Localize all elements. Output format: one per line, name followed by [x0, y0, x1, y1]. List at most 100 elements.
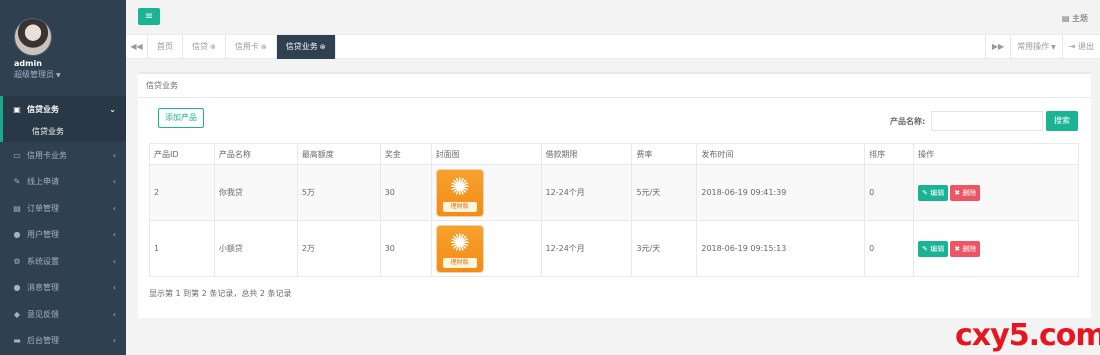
sidebar-item-label: 用户管理: [27, 230, 59, 240]
edit-button[interactable]: ✎ 编辑: [918, 184, 949, 201]
add-product-button[interactable]: 添加产品: [158, 108, 204, 128]
edit-icon: ✎: [922, 188, 931, 197]
sidebar-item[interactable]: ◆ 意见反馈 ‹: [0, 301, 126, 328]
column-header[interactable]: 产品ID: [149, 143, 215, 165]
tab-list: 首页 信贷 ⊗ 信用卡 ⊗ 信贷业务 ⊗: [148, 35, 336, 59]
sidebar-item-label: 信用卡业务: [27, 150, 67, 160]
table-header-row: 产品ID 产品名称 最高额度 奖金 封面图 借款期限 费率 发布时间 排序 操作: [149, 143, 1079, 165]
product-name-search-input[interactable]: [931, 111, 1043, 131]
cell-rate: 3元/天: [631, 220, 698, 277]
column-header[interactable]: 最高额度: [296, 143, 381, 165]
sidebar-item[interactable]: ● 用户管理 ‹: [0, 222, 126, 249]
chevron-left-icon: ‹: [112, 203, 116, 213]
sidebar-item[interactable]: ▭ 信用卡业务 ‹: [0, 142, 126, 169]
chevron-down-icon: ⌄: [109, 104, 116, 114]
chevron-left-icon: ‹: [112, 256, 116, 266]
menu-toggle-button[interactable]: ≡: [138, 8, 160, 25]
product-table: 产品ID 产品名称 最高额度 奖金 封面图 借款期限 费率 发布时间 排序 操作 2 你我贷 5万 30…: [149, 143, 1079, 277]
pagination-info: 显示第 1 到第 2 条记录，总共 2 条记录: [149, 289, 292, 298]
desktop-icon: ▬: [13, 336, 21, 346]
column-header[interactable]: 操作: [913, 143, 1079, 165]
edit-icon: ✎: [13, 177, 21, 187]
sidebar-item[interactable]: ● 消息管理 ‹: [0, 275, 126, 302]
table-row: 1 小额贷 2万 30 ✺ 理财版 12-24个月 3元/天 2018-06-19 09:15:…: [149, 220, 1079, 277]
cell-term: 12-24个月: [540, 220, 633, 277]
sidebar-item[interactable]: ⚙ 系统设置 ‹: [0, 248, 126, 275]
sidebar-item-label: 后台管理: [27, 336, 59, 346]
edit-icon: ✎: [922, 244, 931, 253]
edit-label: 编辑: [930, 244, 945, 253]
column-header[interactable]: 封面图: [430, 143, 542, 165]
column-header[interactable]: 排序: [864, 143, 915, 165]
sidebar-item-label: 订单管理: [27, 203, 59, 213]
sidebar-item[interactable]: ✎ 线上申请 ‹: [0, 169, 126, 196]
actions-cell: ✎ 编辑 ✖ 删除: [913, 164, 1079, 221]
chevron-left-icon: ‹: [112, 309, 116, 319]
delete-button[interactable]: ✖ 删除: [950, 240, 981, 257]
column-header[interactable]: 产品名称: [213, 143, 298, 165]
credit-card-icon: ▭: [13, 150, 21, 160]
cover-label: 理财版: [442, 257, 477, 268]
cell-limit: 5万: [296, 164, 381, 221]
delete-label: 删除: [962, 188, 977, 197]
edit-button[interactable]: ✎ 编辑: [918, 240, 949, 257]
chevron-left-icon: ‹: [112, 177, 116, 187]
tab-label: 信用卡: [234, 42, 259, 51]
common-ops-dropdown[interactable]: 常用操作 ▼: [1010, 35, 1062, 59]
tab[interactable]: 信贷业务 ⊗: [276, 35, 336, 59]
column-header[interactable]: 借款期限: [540, 143, 633, 165]
column-header[interactable]: 奖金: [379, 143, 432, 165]
top-navbar: ≡ ▤ 主题: [126, 0, 1100, 35]
cover-cell: ✺ 理财版: [430, 164, 542, 221]
cover-cell: ✺ 理财版: [430, 220, 542, 277]
theme-button[interactable]: ▤ 主题: [1062, 13, 1088, 24]
cell-bonus: 30: [379, 220, 432, 277]
sidebar-item-label: 线上申请: [27, 177, 59, 187]
tab-label: 首页: [157, 42, 173, 51]
tab[interactable]: 首页: [148, 35, 183, 59]
tab[interactable]: 信贷 ⊗: [183, 35, 226, 59]
close-icon[interactable]: ⊗: [320, 43, 326, 51]
search-label: 产品名称:: [890, 117, 926, 126]
user-role-dropdown[interactable]: 超级管理员 ▼: [14, 69, 126, 80]
cell-rate: 5元/天: [631, 164, 698, 221]
sidebar-item-label: 信贷业务: [27, 104, 59, 114]
user-name: admin: [14, 59, 42, 68]
logout-label: 退出: [1078, 42, 1094, 51]
caret-down-icon: ▼: [1051, 44, 1056, 51]
sidebar-item[interactable]: ▬ 后台管理 ‹: [0, 328, 126, 355]
calendar-icon: ▣: [13, 104, 21, 114]
sidebar-subitem-loan[interactable]: 信贷业务: [3, 122, 126, 142]
avatar[interactable]: [14, 18, 52, 56]
delete-label: 删除: [962, 244, 977, 253]
logout-button[interactable]: ⇥ 退出: [1061, 35, 1100, 59]
theme-label: 主题: [1072, 14, 1088, 23]
column-header[interactable]: 发布时间: [696, 143, 866, 165]
close-icon[interactable]: ⊗: [210, 43, 216, 51]
tab-scroll-right-button[interactable]: ▶▶: [984, 35, 1010, 59]
user-profile: admin 超级管理员 ▼: [0, 0, 126, 96]
search-button[interactable]: 搜索: [1046, 111, 1078, 131]
edit-label: 编辑: [930, 188, 945, 197]
sidebar-item-loan-head[interactable]: ▣ 信贷业务 ⌄: [3, 96, 126, 122]
tab[interactable]: 信用卡 ⊗: [226, 35, 277, 59]
tab-bar: ◀◀ 首页 信贷 ⊗ 信用卡 ⊗ 信贷业务 ⊗ ▶▶ 常用操作 ▼ ⇥ 退出: [126, 35, 1100, 59]
cover-image: ✺ 理财版: [435, 168, 484, 217]
panel-title: 信贷业务: [138, 74, 1091, 98]
cell-sort: 0: [864, 164, 915, 221]
cell-limit: 2万: [296, 220, 381, 277]
double-left-icon: ◀◀: [130, 42, 143, 51]
delete-button[interactable]: ✖ 删除: [950, 184, 981, 201]
sidebar-item[interactable]: ▤ 订单管理 ‹: [0, 195, 126, 222]
cover-logo-icon: ✺: [449, 172, 470, 201]
theme-icon: ▤: [1061, 14, 1072, 23]
close-icon[interactable]: ⊗: [261, 43, 267, 51]
list-icon: ▤: [13, 203, 21, 213]
chevron-left-icon: ‹: [112, 336, 116, 346]
cell-term: 12-24个月: [540, 164, 633, 221]
cover-image: ✺ 理财版: [435, 224, 484, 273]
logout-icon: ⇥: [1068, 42, 1078, 51]
caret-down-icon: ▼: [56, 72, 61, 79]
tab-scroll-left-button[interactable]: ◀◀: [126, 35, 148, 59]
column-header[interactable]: 费率: [631, 143, 698, 165]
